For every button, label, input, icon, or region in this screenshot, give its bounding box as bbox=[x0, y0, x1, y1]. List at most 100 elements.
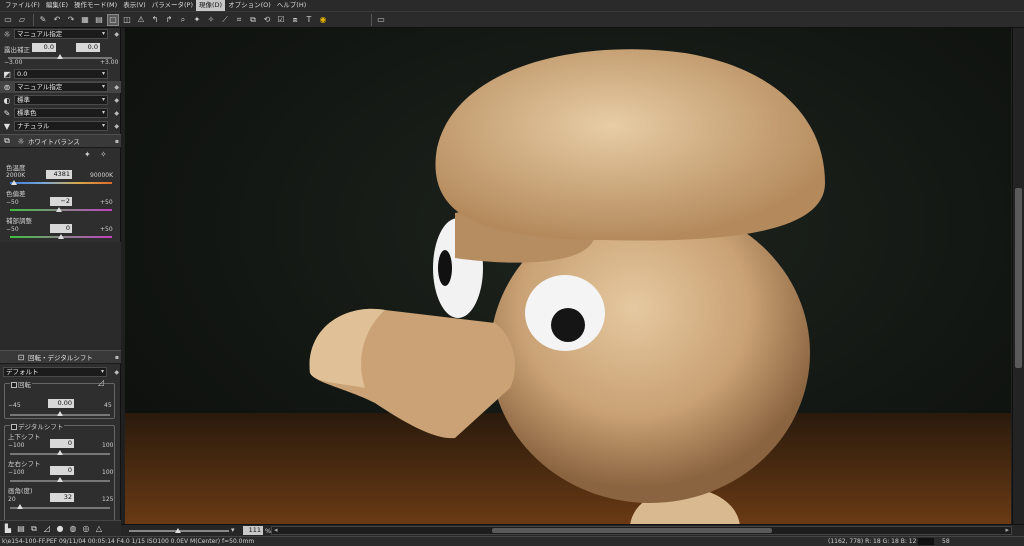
finish-preset-dropdown[interactable]: ナチュラル ▾ bbox=[14, 121, 108, 131]
angle-tool-icon[interactable]: ◿ bbox=[98, 378, 104, 387]
batch-icon[interactable]: ⧈ bbox=[289, 14, 301, 26]
fine-value-field[interactable]: 0 bbox=[50, 224, 72, 233]
panel-menu-icon[interactable]: ◆ bbox=[114, 84, 119, 91]
warning-icon[interactable]: ⚠ bbox=[135, 14, 147, 26]
menu-develop[interactable]: 現像(D) bbox=[196, 0, 226, 11]
rotate-right-icon[interactable]: ↱ bbox=[163, 14, 175, 26]
scroll-right-icon[interactable]: ▸ bbox=[1005, 526, 1009, 534]
vertical-scrollbar[interactable] bbox=[1012, 28, 1024, 524]
panel-empty-area bbox=[0, 242, 121, 350]
horizontal-scrollbar[interactable]: ◂ ▸ bbox=[271, 526, 1012, 535]
image-viewer[interactable] bbox=[125, 28, 1011, 524]
checkbox-icon[interactable]: ☑ bbox=[275, 14, 287, 26]
wb-section-header[interactable]: ⧉ ☼ ホワイトバランス ▪ bbox=[0, 134, 121, 148]
rotate-slider-knob[interactable] bbox=[57, 411, 63, 416]
zoom-icon[interactable]: ⌕ bbox=[177, 14, 189, 26]
text-icon[interactable]: T bbox=[303, 14, 315, 26]
tint-value-field[interactable]: −2 bbox=[50, 197, 72, 206]
triangle-icon[interactable]: △ bbox=[93, 523, 105, 535]
fine-slider-knob[interactable] bbox=[58, 234, 64, 239]
menu-view[interactable]: 表示(V) bbox=[120, 0, 149, 11]
menu-mode[interactable]: 操作モード(M) bbox=[71, 0, 120, 11]
crop-icon[interactable]: ⌗ bbox=[233, 14, 245, 26]
contrast-settings-icon: ⊚ bbox=[3, 82, 11, 92]
toolbar-separator bbox=[371, 13, 372, 26]
exposure-slider-knob[interactable] bbox=[57, 54, 63, 59]
compare-view-icon[interactable]: ◫ bbox=[121, 14, 133, 26]
rotate-preset-dropdown[interactable]: デフォルト ▾ bbox=[3, 367, 107, 377]
histogram-icon[interactable]: ▙ bbox=[2, 523, 14, 535]
wb-picker-icon[interactable]: ✦ bbox=[191, 14, 203, 26]
zoom-slider-knob[interactable] bbox=[175, 528, 181, 533]
hshift-slider-knob[interactable] bbox=[57, 477, 63, 482]
menu-help[interactable]: ヘルプ(H) bbox=[274, 0, 309, 11]
exposure-value-field[interactable]: 0.0 bbox=[32, 43, 56, 52]
scroll-left-icon[interactable]: ◂ bbox=[274, 526, 278, 534]
angle-value-field[interactable]: 32 bbox=[50, 493, 74, 502]
color-circle-icon[interactable]: ◍ bbox=[67, 523, 79, 535]
single-view-icon[interactable]: ▢ bbox=[107, 13, 119, 26]
menu-file[interactable]: ファイル(F) bbox=[2, 0, 43, 11]
temp-value-field[interactable]: 4381 bbox=[46, 170, 72, 179]
grid-view-icon[interactable]: ▦ bbox=[79, 14, 91, 26]
wb-picker-icon[interactable]: ✦ bbox=[84, 150, 91, 159]
vshift-label: 上下シフト bbox=[8, 433, 41, 441]
open-icon[interactable]: ▭ bbox=[2, 14, 14, 26]
angle-slider-knob[interactable] bbox=[17, 504, 23, 509]
section-menu-icon[interactable]: ▪ bbox=[115, 354, 119, 361]
color-preset-dropdown[interactable]: 標準色 ▾ bbox=[14, 108, 108, 118]
hshift-value-field[interactable]: 0 bbox=[50, 466, 74, 475]
comment-icon[interactable]: ▤ bbox=[15, 523, 27, 535]
wb-auto-icon[interactable]: ✧ bbox=[100, 150, 107, 159]
rotate-section-header[interactable]: ⊡ 回転・デジタルシフト ▪ bbox=[0, 350, 121, 364]
contrast-mode-dropdown[interactable]: マニュアル指定 ▾ bbox=[14, 82, 108, 92]
digital-shift-icon[interactable]: ⧉ bbox=[247, 14, 259, 26]
panel-menu-icon[interactable]: ◆ bbox=[114, 369, 119, 376]
filter-icon[interactable]: ⧉ bbox=[28, 523, 40, 535]
undo-edit-icon[interactable]: ⟲ bbox=[261, 14, 273, 26]
shift-checkbox[interactable]: デジタルシフト bbox=[10, 421, 65, 431]
menu-edit[interactable]: 編集(E) bbox=[43, 0, 71, 11]
panel-menu-icon[interactable]: ◆ bbox=[114, 123, 119, 130]
menu-option[interactable]: オプション(O) bbox=[225, 0, 274, 11]
view-control-bar: ▾ 111 % ◂ ▸ bbox=[121, 524, 1024, 536]
menu-parameter[interactable]: パラメータ(P) bbox=[149, 0, 196, 11]
redo-icon[interactable]: ↷ bbox=[65, 14, 77, 26]
tone-dropdown[interactable]: 0.0 ▾ bbox=[14, 69, 108, 79]
angle-slider-track[interactable] bbox=[10, 507, 110, 509]
rotate-title: 回転・デジタルシフト bbox=[28, 354, 93, 362]
contrast-icon: ◐ bbox=[3, 95, 11, 105]
rotate-checkbox[interactable]: 回転 bbox=[10, 379, 32, 389]
rotate-value-field[interactable]: 0.00 bbox=[48, 399, 74, 408]
section-menu-icon[interactable]: ▪ bbox=[115, 138, 119, 145]
filmstrip-view-icon[interactable]: ▤ bbox=[93, 14, 105, 26]
zoom-field[interactable]: 111 bbox=[243, 526, 263, 535]
develop-icon[interactable]: ◉ bbox=[317, 14, 329, 26]
layers-icon: ⧉ bbox=[4, 136, 10, 145]
sphere-icon[interactable]: ● bbox=[54, 523, 66, 535]
lens-icon[interactable]: ◎ bbox=[80, 523, 92, 535]
panel-menu-icon[interactable]: ◆ bbox=[114, 110, 119, 117]
panel-menu-icon[interactable]: ◆ bbox=[114, 97, 119, 104]
tool-icon[interactable]: ✎ bbox=[37, 14, 49, 26]
exposure-mode-dropdown[interactable]: マニュアル指定 ▾ bbox=[14, 29, 108, 39]
temp-slider-track[interactable] bbox=[10, 182, 112, 184]
contrast-preset-dropdown[interactable]: 標準 ▾ bbox=[14, 95, 108, 105]
rotate-left-icon[interactable]: ↰ bbox=[149, 14, 161, 26]
eyedropper-icon[interactable]: ✧ bbox=[205, 14, 217, 26]
vertical-scroll-thumb[interactable] bbox=[1015, 188, 1022, 368]
temp-slider-knob[interactable] bbox=[11, 180, 18, 185]
vshift-slider-knob[interactable] bbox=[57, 450, 63, 455]
tint-slider-knob[interactable] bbox=[55, 207, 62, 212]
folder-icon[interactable]: ▱ bbox=[16, 14, 28, 26]
panel-menu-icon[interactable]: ◆ bbox=[114, 31, 119, 38]
undo-icon[interactable]: ↶ bbox=[51, 14, 63, 26]
vshift-value-field[interactable]: 0 bbox=[50, 439, 74, 448]
horizontal-scroll-thumb[interactable] bbox=[492, 528, 772, 533]
zoom-preset-icon[interactable]: ▾ bbox=[231, 526, 235, 534]
exposure-value2-field[interactable]: 0.0 bbox=[76, 43, 100, 52]
monitor-icon[interactable]: ▭ bbox=[375, 14, 387, 26]
brush-icon[interactable]: ⟋ bbox=[219, 14, 231, 26]
curve-icon[interactable]: ◿ bbox=[41, 523, 53, 535]
menu-bar: ファイル(F) 編集(E) 操作モード(M) 表示(V) パラメータ(P) 現像… bbox=[0, 0, 1024, 11]
